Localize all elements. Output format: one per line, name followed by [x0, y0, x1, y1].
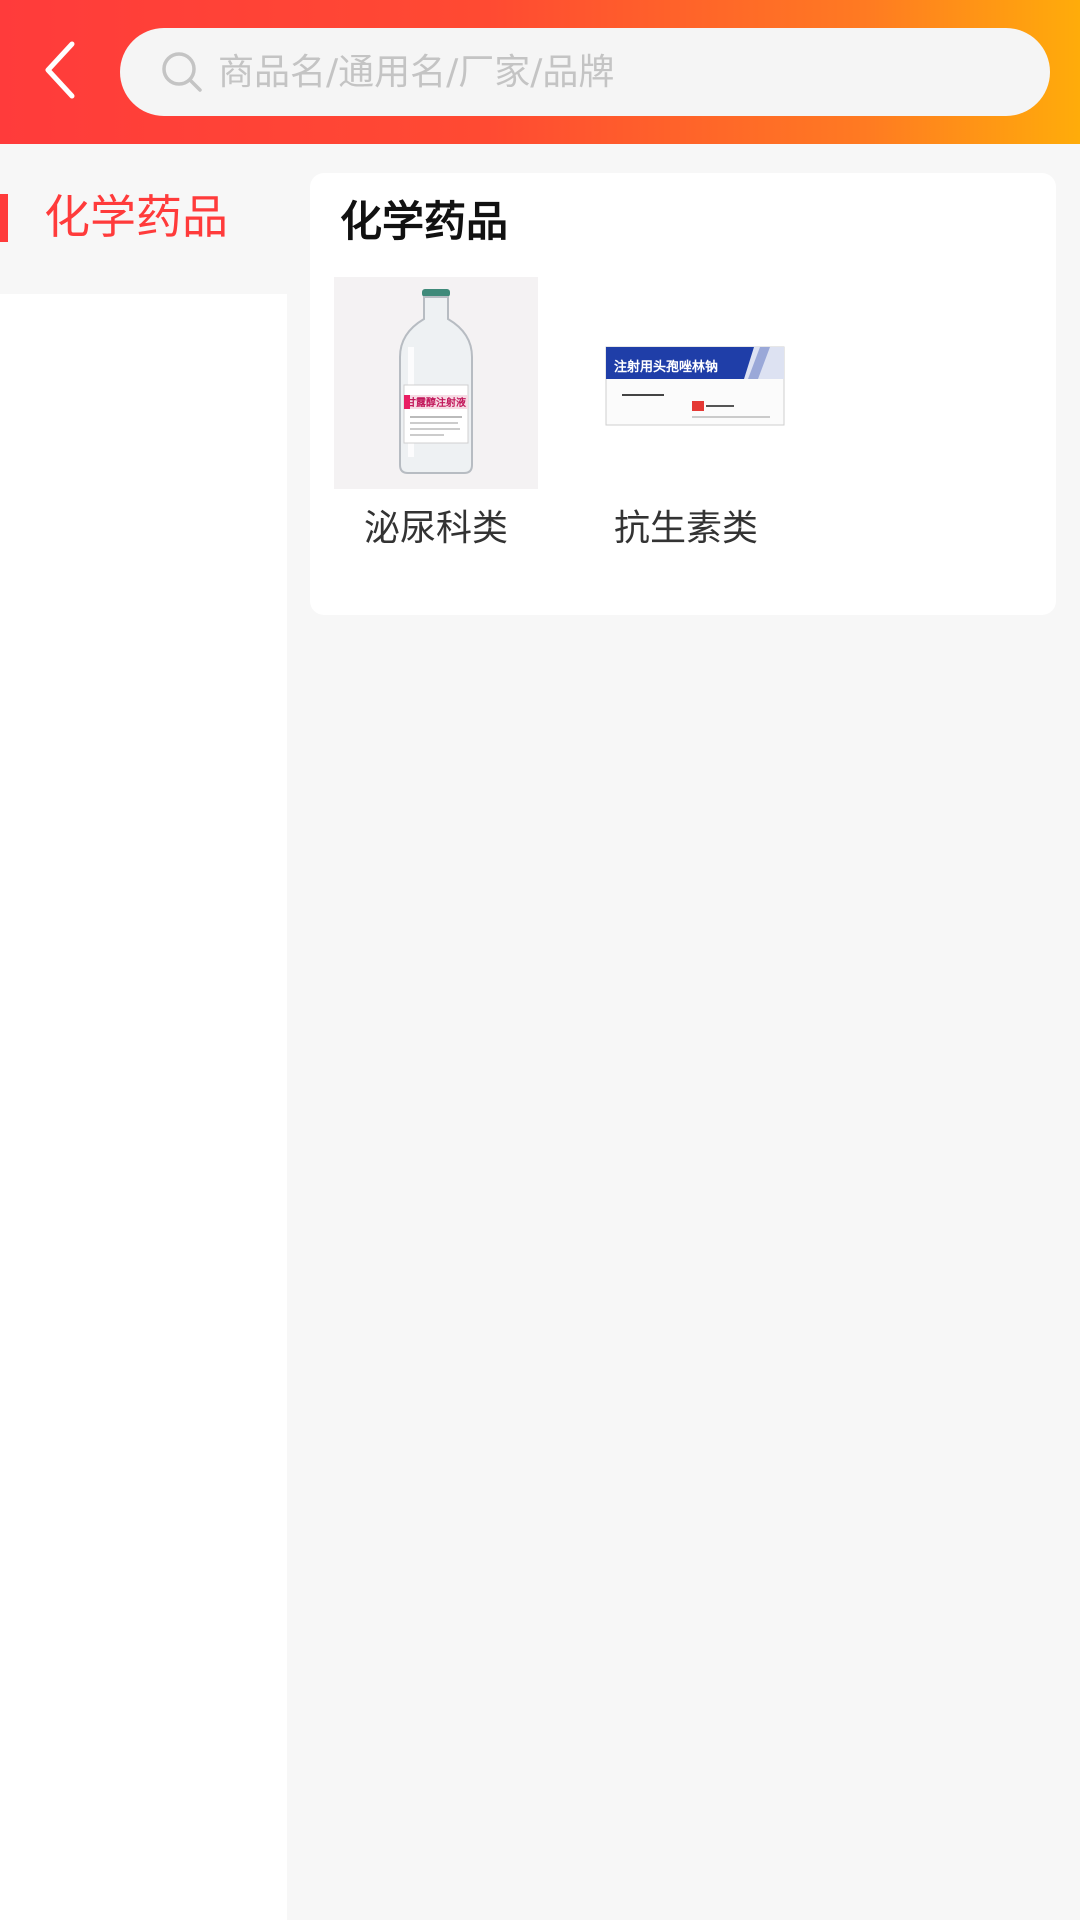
category-sidebar: 化学药品 — [0, 144, 287, 1920]
medicine-box-image: 注射用头孢唑林钠 — [584, 277, 788, 489]
search-icon — [160, 50, 204, 94]
category-name: 泌尿科类 — [363, 508, 508, 549]
sidebar-item-label: 化学药品 — [44, 190, 228, 244]
sidebar-item-chemical-drugs[interactable]: 化学药品 — [0, 144, 287, 294]
infusion-bottle-image: 甘露醇注射液 — [334, 277, 538, 489]
section-title: 化学药品 — [340, 197, 509, 246]
category-card: 化学药品 甘露醇注射液 泌尿科类 注射用头孢唑林钠 抗生素类 — [310, 173, 1056, 615]
box-label-text: 注射用头孢唑林钠 — [614, 359, 718, 375]
chevron-left-icon — [45, 41, 75, 99]
category-name: 抗生素类 — [613, 508, 758, 549]
category-item-antibiotics[interactable]: 注射用头孢唑林钠 抗生素类 — [584, 277, 788, 549]
top-header-bar — [0, 0, 1080, 144]
search-bar[interactable] — [120, 28, 1050, 116]
back-button[interactable] — [30, 32, 90, 108]
bottle-label-text: 甘露醇注射液 — [406, 396, 466, 409]
category-item-urology[interactable]: 甘露醇注射液 泌尿科类 — [334, 277, 538, 549]
search-input[interactable] — [218, 42, 1050, 102]
active-indicator — [0, 194, 8, 242]
